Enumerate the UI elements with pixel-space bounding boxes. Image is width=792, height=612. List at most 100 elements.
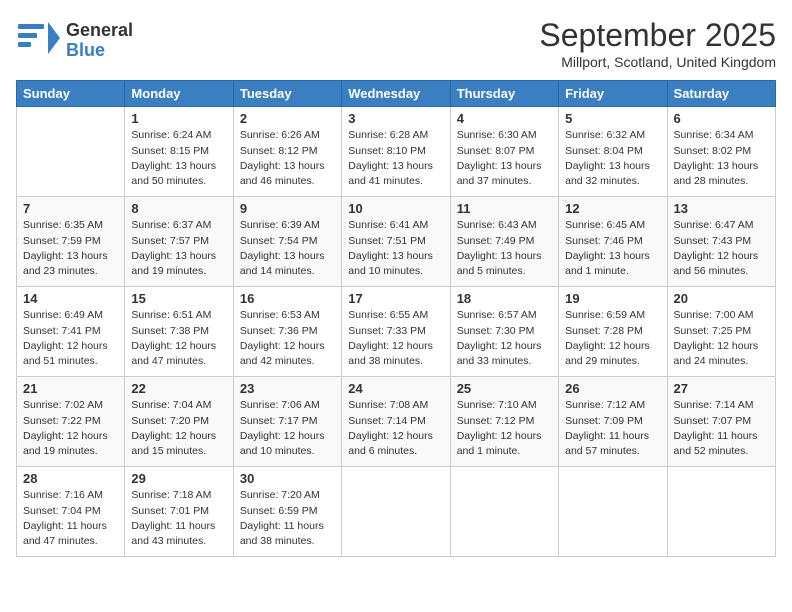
day-detail: Sunrise: 6:34 AM Sunset: 8:02 PM Dayligh…	[674, 128, 769, 189]
calendar-cell: 14Sunrise: 6:49 AM Sunset: 7:41 PM Dayli…	[17, 287, 125, 377]
calendar-week-row: 1 Sunrise: 6:24 AM Sunset: 8:15 PM Daylig…	[17, 107, 776, 197]
calendar-week-row: 28 Sunrise: 7:16 AM Sunset: 7:04 PM Dayli…	[17, 467, 776, 557]
day-detail: Sunrise: 6:41 AM Sunset: 7:51 PM Dayligh…	[348, 218, 443, 279]
day-detail: Sunrise: 7:20 AM Sunset: 6:59 PM Dayligh…	[240, 488, 335, 549]
day-detail: Sunrise: 7:02 AM Sunset: 7:22 PM Dayligh…	[23, 398, 118, 459]
day-detail: Sunrise: 7:08 AM Sunset: 7:14 PM Dayligh…	[348, 398, 443, 459]
calendar-week-row: 14Sunrise: 6:49 AM Sunset: 7:41 PM Dayli…	[17, 287, 776, 377]
calendar-header-row: SundayMondayTuesdayWednesdayThursdayFrid…	[17, 81, 776, 107]
day-number: 12	[565, 201, 660, 216]
page-title: September 2025	[539, 16, 776, 54]
calendar-cell: 21 Sunrise: 7:02 AM Sunset: 7:22 PM Dayli…	[17, 377, 125, 467]
calendar-cell: 13 Sunrise: 6:47 AM Sunset: 7:43 PM Dayli…	[667, 197, 775, 287]
day-number: 4	[457, 111, 552, 126]
day-detail: Sunrise: 6:45 AM Sunset: 7:46 PM Dayligh…	[565, 218, 660, 279]
calendar-cell: 23 Sunrise: 7:06 AM Sunset: 7:17 PM Dayli…	[233, 377, 341, 467]
day-number: 30	[240, 471, 335, 486]
calendar-header-thursday: Thursday	[450, 81, 558, 107]
day-detail: Sunrise: 7:16 AM Sunset: 7:04 PM Dayligh…	[23, 488, 118, 549]
day-number: 28	[23, 471, 118, 486]
logo-text: General Blue	[66, 21, 133, 61]
day-detail: Sunrise: 6:55 AM Sunset: 7:33 PM Dayligh…	[348, 308, 443, 369]
calendar-cell: 26 Sunrise: 7:12 AM Sunset: 7:09 PM Dayli…	[559, 377, 667, 467]
calendar-cell: 20Sunrise: 7:00 AM Sunset: 7:25 PM Dayli…	[667, 287, 775, 377]
day-detail: Sunrise: 6:28 AM Sunset: 8:10 PM Dayligh…	[348, 128, 443, 189]
calendar-cell: 11 Sunrise: 6:43 AM Sunset: 7:49 PM Dayli…	[450, 197, 558, 287]
calendar-header-friday: Friday	[559, 81, 667, 107]
day-detail: Sunrise: 6:24 AM Sunset: 8:15 PM Dayligh…	[131, 128, 226, 189]
calendar-cell: 5Sunrise: 6:32 AM Sunset: 8:04 PM Daylig…	[559, 107, 667, 197]
calendar-cell: 12 Sunrise: 6:45 AM Sunset: 7:46 PM Dayli…	[559, 197, 667, 287]
day-detail: Sunrise: 6:47 AM Sunset: 7:43 PM Dayligh…	[674, 218, 769, 279]
day-number: 8	[131, 201, 226, 216]
day-number: 21	[23, 381, 118, 396]
calendar-cell: 1 Sunrise: 6:24 AM Sunset: 8:15 PM Daylig…	[125, 107, 233, 197]
day-number: 24	[348, 381, 443, 396]
day-detail: Sunrise: 6:30 AM Sunset: 8:07 PM Dayligh…	[457, 128, 552, 189]
calendar-cell: 28 Sunrise: 7:16 AM Sunset: 7:04 PM Dayli…	[17, 467, 125, 557]
day-detail: Sunrise: 7:14 AM Sunset: 7:07 PM Dayligh…	[674, 398, 769, 459]
calendar-cell: 8 Sunrise: 6:37 AM Sunset: 7:57 PM Daylig…	[125, 197, 233, 287]
calendar-cell: 10 Sunrise: 6:41 AM Sunset: 7:51 PM Dayli…	[342, 197, 450, 287]
day-number: 7	[23, 201, 118, 216]
calendar-cell: 29Sunrise: 7:18 AM Sunset: 7:01 PM Dayli…	[125, 467, 233, 557]
calendar-cell: 25 Sunrise: 7:10 AM Sunset: 7:12 PM Dayli…	[450, 377, 558, 467]
calendar-table: SundayMondayTuesdayWednesdayThursdayFrid…	[16, 80, 776, 557]
day-number: 9	[240, 201, 335, 216]
calendar-week-row: 7 Sunrise: 6:35 AM Sunset: 7:59 PM Daylig…	[17, 197, 776, 287]
day-number: 16	[240, 291, 335, 306]
calendar-cell	[342, 467, 450, 557]
day-detail: Sunrise: 6:59 AM Sunset: 7:28 PM Dayligh…	[565, 308, 660, 369]
day-number: 10	[348, 201, 443, 216]
day-number: 23	[240, 381, 335, 396]
calendar-cell: 27 Sunrise: 7:14 AM Sunset: 7:07 PM Dayli…	[667, 377, 775, 467]
day-detail: Sunrise: 7:18 AM Sunset: 7:01 PM Dayligh…	[131, 488, 226, 549]
logo-icon	[16, 16, 60, 65]
day-detail: Sunrise: 6:37 AM Sunset: 7:57 PM Dayligh…	[131, 218, 226, 279]
calendar-cell: 4 Sunrise: 6:30 AM Sunset: 8:07 PM Daylig…	[450, 107, 558, 197]
day-detail: Sunrise: 7:10 AM Sunset: 7:12 PM Dayligh…	[457, 398, 552, 459]
day-number: 26	[565, 381, 660, 396]
calendar-cell: 15 Sunrise: 6:51 AM Sunset: 7:38 PM Dayli…	[125, 287, 233, 377]
day-number: 22	[131, 381, 226, 396]
calendar-header-sunday: Sunday	[17, 81, 125, 107]
day-number: 5	[565, 111, 660, 126]
day-number: 18	[457, 291, 552, 306]
calendar-cell: 2 Sunrise: 6:26 AM Sunset: 8:12 PM Daylig…	[233, 107, 341, 197]
day-number: 2	[240, 111, 335, 126]
calendar-header-tuesday: Tuesday	[233, 81, 341, 107]
calendar-cell: 17Sunrise: 6:55 AM Sunset: 7:33 PM Dayli…	[342, 287, 450, 377]
day-number: 1	[131, 111, 226, 126]
calendar-cell	[450, 467, 558, 557]
day-detail: Sunrise: 7:12 AM Sunset: 7:09 PM Dayligh…	[565, 398, 660, 459]
calendar-cell: 22Sunrise: 7:04 AM Sunset: 7:20 PM Dayli…	[125, 377, 233, 467]
calendar-cell: 24 Sunrise: 7:08 AM Sunset: 7:14 PM Dayli…	[342, 377, 450, 467]
day-number: 14	[23, 291, 118, 306]
day-number: 3	[348, 111, 443, 126]
calendar-cell	[667, 467, 775, 557]
day-number: 11	[457, 201, 552, 216]
day-number: 15	[131, 291, 226, 306]
calendar-header-wednesday: Wednesday	[342, 81, 450, 107]
calendar-cell	[17, 107, 125, 197]
calendar-cell: 3 Sunrise: 6:28 AM Sunset: 8:10 PM Daylig…	[342, 107, 450, 197]
day-number: 13	[674, 201, 769, 216]
day-detail: Sunrise: 6:35 AM Sunset: 7:59 PM Dayligh…	[23, 218, 118, 279]
day-detail: Sunrise: 6:43 AM Sunset: 7:49 PM Dayligh…	[457, 218, 552, 279]
day-detail: Sunrise: 6:53 AM Sunset: 7:36 PM Dayligh…	[240, 308, 335, 369]
day-detail: Sunrise: 6:26 AM Sunset: 8:12 PM Dayligh…	[240, 128, 335, 189]
calendar-cell: 16 Sunrise: 6:53 AM Sunset: 7:36 PM Dayli…	[233, 287, 341, 377]
day-number: 20	[674, 291, 769, 306]
day-number: 6	[674, 111, 769, 126]
calendar-cell: 7 Sunrise: 6:35 AM Sunset: 7:59 PM Daylig…	[17, 197, 125, 287]
day-detail: Sunrise: 6:51 AM Sunset: 7:38 PM Dayligh…	[131, 308, 226, 369]
day-number: 27	[674, 381, 769, 396]
calendar-cell: 6 Sunrise: 6:34 AM Sunset: 8:02 PM Daylig…	[667, 107, 775, 197]
title-area: September 2025 Millport, Scotland, Unite…	[539, 16, 776, 70]
calendar-cell	[559, 467, 667, 557]
day-number: 25	[457, 381, 552, 396]
calendar-header-monday: Monday	[125, 81, 233, 107]
calendar-cell: 19Sunrise: 6:59 AM Sunset: 7:28 PM Dayli…	[559, 287, 667, 377]
day-detail: Sunrise: 7:06 AM Sunset: 7:17 PM Dayligh…	[240, 398, 335, 459]
calendar-cell: 30 Sunrise: 7:20 AM Sunset: 6:59 PM Dayli…	[233, 467, 341, 557]
